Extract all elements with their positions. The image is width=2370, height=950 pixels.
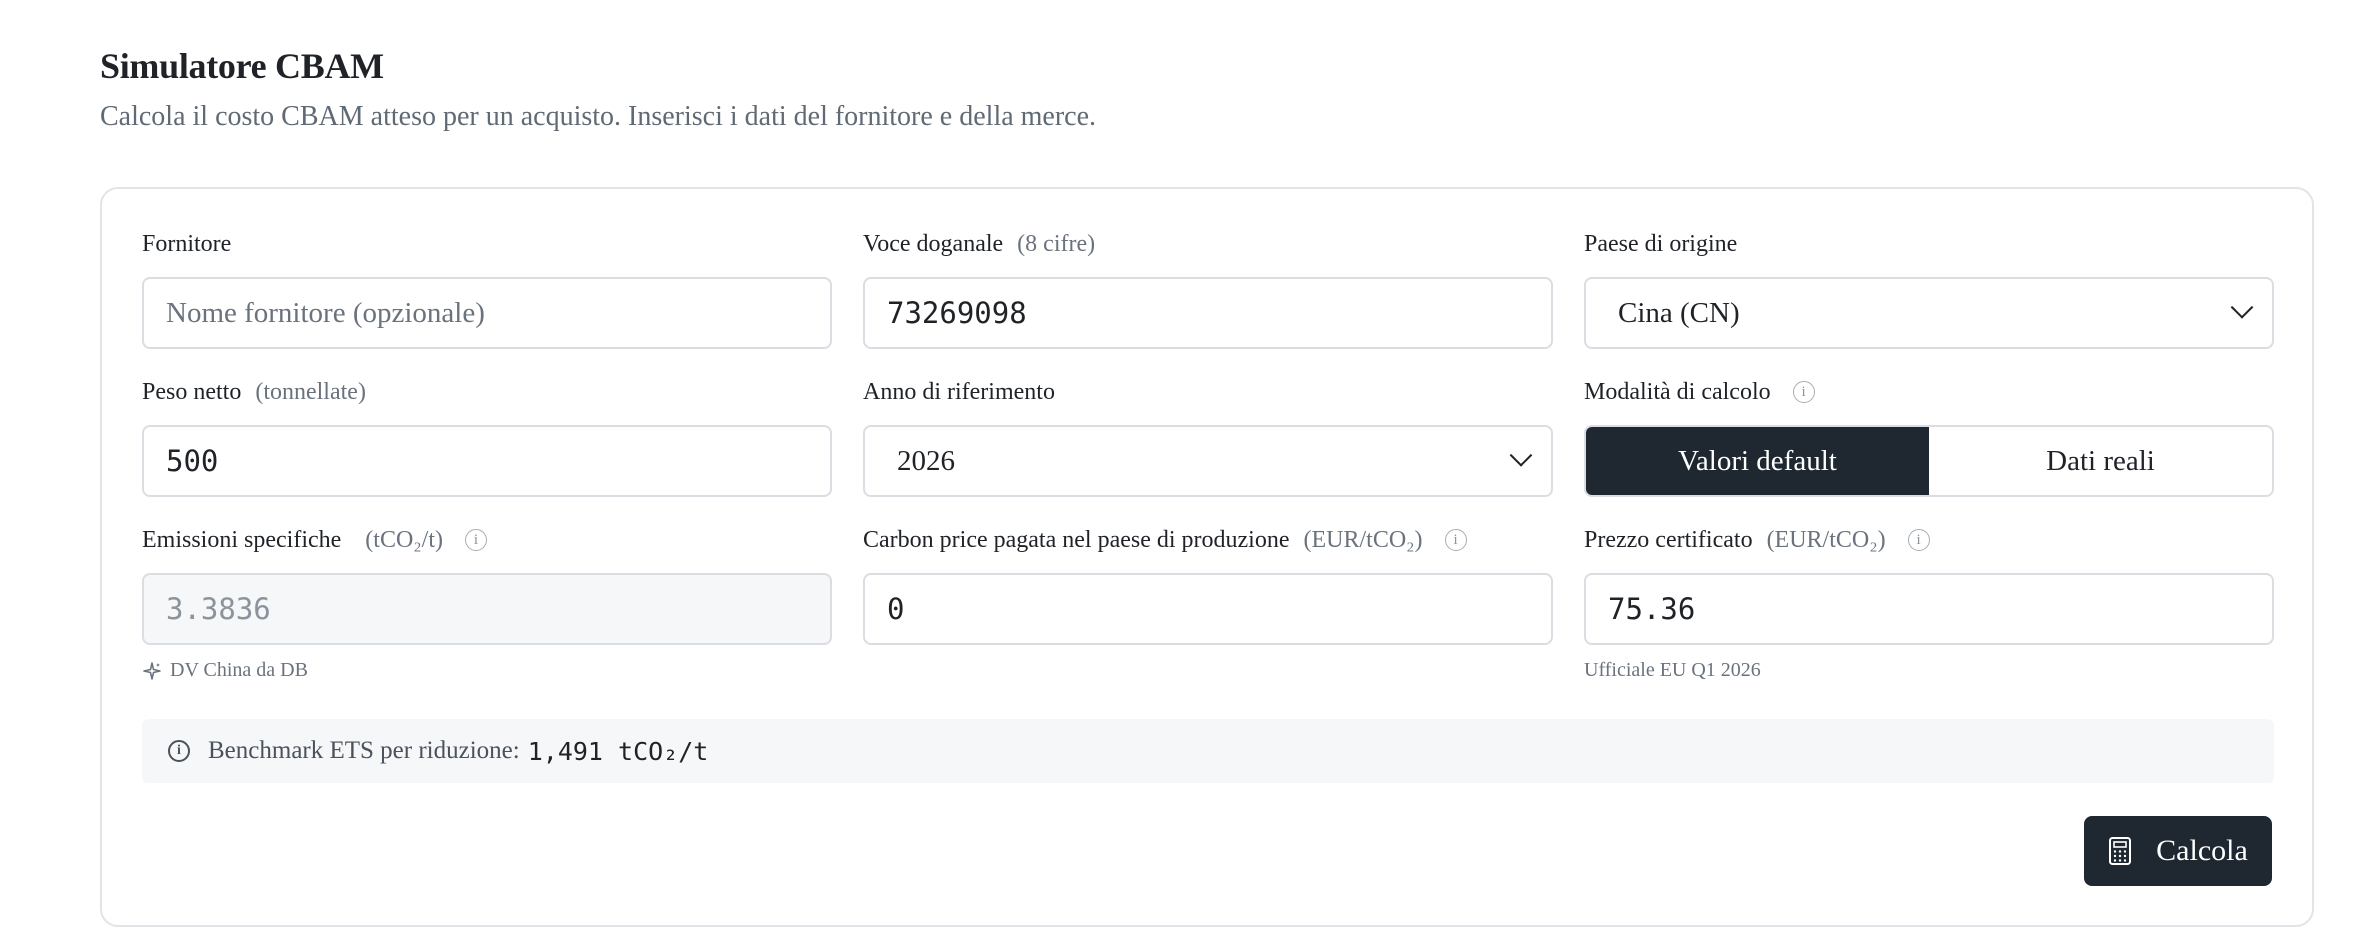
customs-code-input[interactable]: 73269098 (863, 277, 1553, 349)
origin-country-label: Paese di origine (1584, 230, 1738, 257)
specific-emissions-hint-text: DV China da DB (170, 659, 308, 681)
specific-emissions-value: 3.3836 (166, 592, 271, 626)
form-grid: Fornitore Nome fornitore (opzionale) Voc… (142, 227, 2274, 681)
supplier-field: Fornitore Nome fornitore (opzionale) (142, 227, 832, 375)
carbon-price-input[interactable]: 0 (863, 573, 1553, 645)
simulator-form-card: Fornitore Nome fornitore (opzionale) Voc… (100, 187, 2314, 927)
customs-code-label: Voce doganale (863, 230, 1004, 257)
net-weight-field: Peso netto (tonnellate) 500 (142, 375, 832, 523)
net-weight-value: 500 (166, 444, 219, 478)
specific-emissions-input: 3.3836 (142, 573, 832, 645)
calc-mode-option-real[interactable]: Dati reali (1929, 427, 2272, 495)
page-title: Simulatore CBAM (100, 46, 384, 86)
info-icon[interactable]: i (1907, 529, 1930, 551)
net-weight-unit: (tonnellate) (255, 378, 366, 405)
net-weight-input[interactable]: 500 (142, 425, 832, 497)
origin-country-field: Paese di origine Cina (CN) (1584, 227, 2274, 375)
calc-mode-field: Modalità di calcolo i Valori default Dat… (1584, 375, 2274, 523)
certificate-price-label: Prezzo certificato (1584, 526, 1753, 553)
specific-emissions-hint: DV China da DB (142, 659, 308, 682)
customs-code-value: 73269098 (887, 296, 1027, 330)
supplier-label: Fornitore (142, 230, 232, 257)
calc-mode-option-default[interactable]: Valori default (1586, 427, 1929, 495)
customs-code-field: Voce doganale (8 cifre) 73269098 (863, 227, 1553, 375)
certificate-price-input[interactable]: 75.36 (1584, 573, 2274, 645)
page: Simulatore CBAM Calcola il costo CBAM at… (0, 0, 2370, 950)
calculate-button[interactable]: Calcola (2084, 816, 2272, 886)
carbon-price-unit: (EUR/tCO₂) (1303, 526, 1423, 553)
reference-year-field: Anno di riferimento 2026 (863, 375, 1553, 523)
supplier-placeholder: Nome fornitore (opzionale) (166, 296, 485, 329)
certificate-price-unit: (EUR/tCO₂) (1766, 526, 1886, 553)
info-icon[interactable]: i (1792, 381, 1815, 403)
specific-emissions-label: Emissioni specifiche (142, 526, 342, 553)
certificate-price-value: 75.36 (1608, 592, 1696, 626)
info-icon: i (168, 740, 190, 762)
calc-mode-label: Modalità di calcolo (1584, 378, 1771, 405)
calc-mode-toggle: Valori default Dati reali (1584, 425, 2274, 497)
calculator-icon (2109, 837, 2132, 865)
sparkle-icon (143, 661, 161, 680)
net-weight-label: Peso netto (142, 378, 242, 405)
benchmark-label: Benchmark ETS per riduzione: (208, 737, 520, 764)
customs-code-unit: (8 cifre) (1017, 230, 1096, 257)
certificate-price-field: Prezzo certificato (EUR/tCO₂) i 75.36 Uf… (1584, 523, 2274, 681)
info-icon[interactable]: i (1444, 529, 1467, 551)
specific-emissions-field: Emissioni specifiche (tCO₂/t) i 3.3836 D… (142, 523, 832, 681)
origin-country-selected: Cina (CN) (1618, 296, 1740, 329)
carbon-price-field: Carbon price pagata nel paese di produzi… (863, 523, 1553, 671)
benchmark-info-bar: i Benchmark ETS per riduzione: 1,491 tCO… (142, 719, 2274, 783)
origin-country-select[interactable]: Cina (CN) (1584, 277, 2274, 349)
page-subtitle: Calcola il costo CBAM atteso per un acqu… (100, 101, 1097, 132)
carbon-price-value: 0 (887, 592, 905, 626)
benchmark-value: 1,491 tCO₂/t (527, 736, 709, 766)
certificate-price-hint: Ufficiale EU Q1 2026 (1584, 659, 1761, 681)
specific-emissions-unit: (tCO₂/t) (365, 526, 443, 553)
info-icon[interactable]: i (465, 529, 487, 551)
reference-year-select[interactable]: 2026 (863, 425, 1553, 497)
reference-year-label: Anno di riferimento (863, 378, 1055, 405)
supplier-input[interactable]: Nome fornitore (opzionale) (142, 277, 832, 349)
calculate-button-label: Calcola (2156, 834, 2248, 867)
reference-year-selected: 2026 (897, 444, 955, 477)
carbon-price-label: Carbon price pagata nel paese di produzi… (863, 526, 1290, 553)
chevron-down-icon (2230, 296, 2254, 319)
chevron-down-icon (1509, 444, 1533, 467)
